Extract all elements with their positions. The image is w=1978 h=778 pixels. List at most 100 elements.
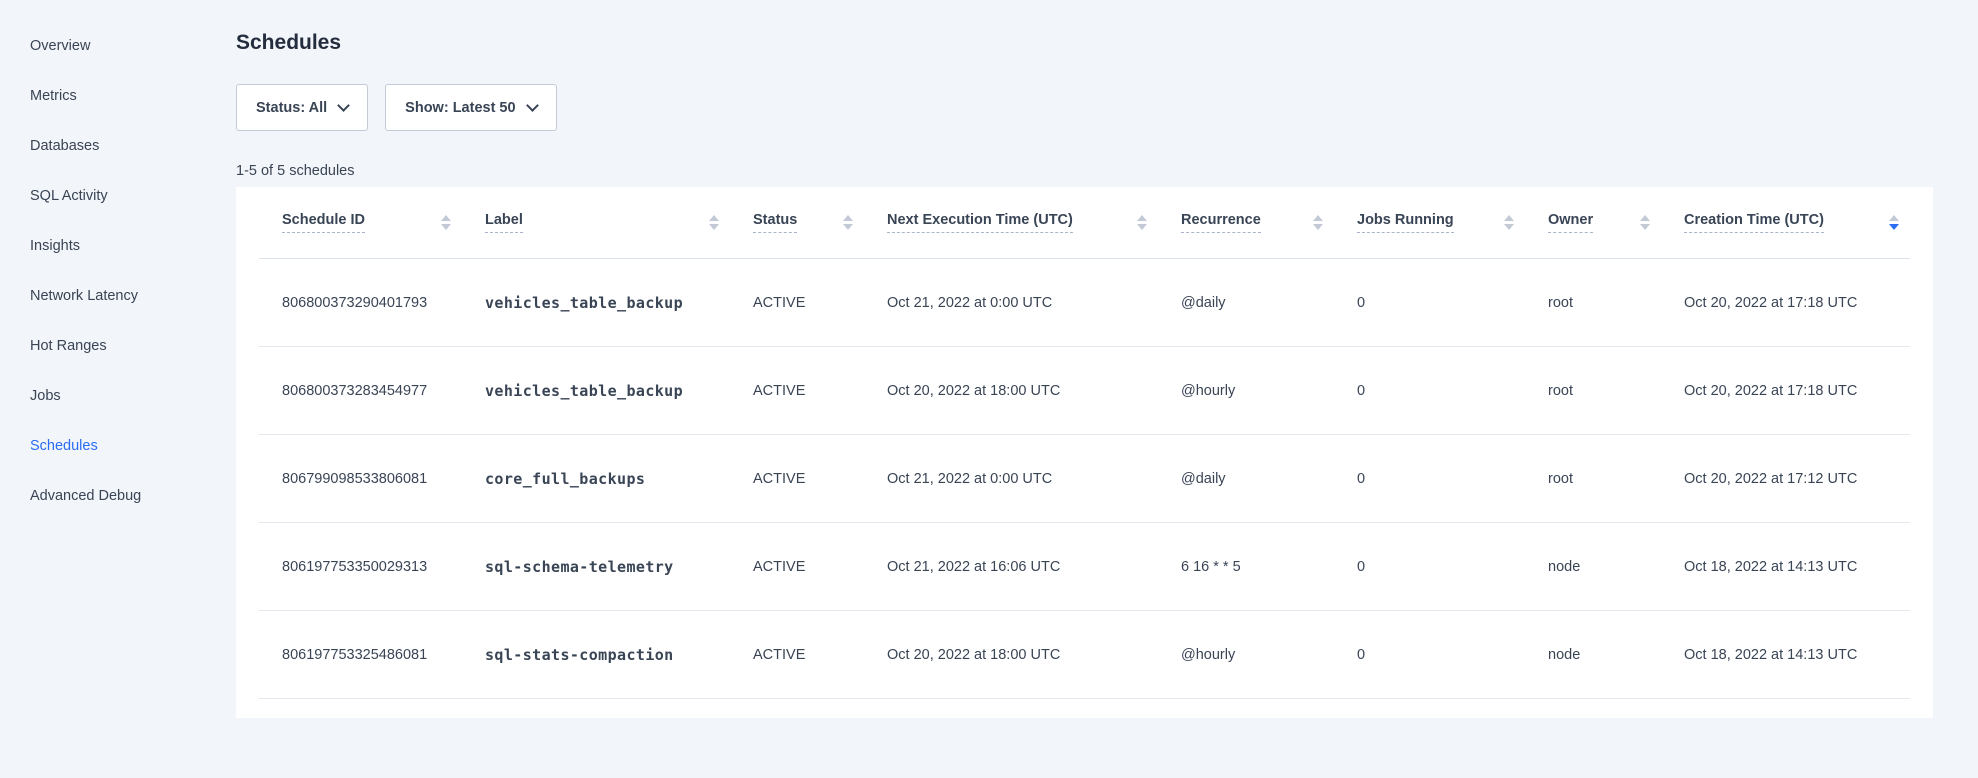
sort-up-icon [1137, 215, 1147, 221]
column-header-owner[interactable]: Owner [1548, 212, 1684, 233]
column-label: Next Execution Time (UTC) [887, 212, 1073, 233]
sort-up-icon [1504, 215, 1514, 221]
cell-owner: node [1548, 647, 1684, 663]
sidebar-item-sql-activity[interactable]: SQL Activity [0, 171, 236, 221]
cell-owner: root [1548, 471, 1684, 487]
sort-arrows-icon[interactable] [709, 215, 719, 230]
table-body: 806800373290401793vehicles_table_backupA… [259, 259, 1910, 699]
schedules-table-card: Schedule ID Label Status Next Execution Tim… [236, 187, 1933, 718]
cell-status: ACTIVE [753, 471, 887, 487]
cell-schedule-id: 806197753350029313 [282, 559, 485, 575]
cell-label: core_full_backups [485, 470, 753, 488]
sidebar: OverviewMetricsDatabasesSQL ActivityInsi… [0, 0, 236, 521]
cell-label: sql-stats-compaction [485, 646, 753, 664]
sort-arrows-icon[interactable] [441, 215, 451, 230]
sort-down-icon [1313, 224, 1323, 230]
table-row: 806799098533806081core_full_backupsACTIV… [259, 435, 1910, 523]
cell-jobs-running: 0 [1357, 647, 1548, 663]
cell-status: ACTIVE [753, 295, 887, 311]
sidebar-item-metrics[interactable]: Metrics [0, 71, 236, 121]
sort-up-icon [1889, 215, 1899, 221]
column-header-next-execution-time-utc[interactable]: Next Execution Time (UTC) [887, 212, 1181, 233]
sidebar-item-insights[interactable]: Insights [0, 221, 236, 271]
column-label: Label [485, 212, 523, 233]
cell-next-execution-time-utc: Oct 21, 2022 at 0:00 UTC [887, 295, 1181, 311]
column-label: Schedule ID [282, 212, 365, 233]
cell-owner: node [1548, 559, 1684, 575]
cell-schedule-id: 806800373290401793 [282, 295, 485, 311]
cell-owner: root [1548, 295, 1684, 311]
cell-next-execution-time-utc: Oct 21, 2022 at 0:00 UTC [887, 471, 1181, 487]
column-header-recurrence[interactable]: Recurrence [1181, 212, 1357, 233]
sort-up-icon [441, 215, 451, 221]
sidebar-item-jobs[interactable]: Jobs [0, 371, 236, 421]
show-filter-dropdown[interactable]: Show: Latest 50 [385, 84, 556, 131]
column-label: Status [753, 212, 797, 233]
sort-up-icon [1640, 215, 1650, 221]
cell-recurrence: @daily [1181, 471, 1357, 487]
table-header-row: Schedule ID Label Status Next Execution Tim… [259, 187, 1910, 259]
cell-recurrence: 6 16 * * 5 [1181, 559, 1357, 575]
column-header-label[interactable]: Label [485, 212, 753, 233]
cell-status: ACTIVE [753, 383, 887, 399]
column-label: Creation Time (UTC) [1684, 212, 1824, 233]
cell-label: sql-schema-telemetry [485, 558, 753, 576]
cell-creation-time-utc: Oct 18, 2022 at 14:13 UTC [1684, 647, 1933, 663]
column-label: Recurrence [1181, 212, 1261, 233]
sort-down-icon [1640, 224, 1650, 230]
main-content: Schedules Status: All Show: Latest 50 1-… [236, 0, 1933, 718]
sort-arrows-icon[interactable] [1313, 215, 1323, 230]
sidebar-item-schedules[interactable]: Schedules [0, 421, 236, 471]
cell-owner: root [1548, 383, 1684, 399]
chevron-down-icon [526, 99, 539, 112]
column-label: Jobs Running [1357, 212, 1454, 233]
cell-next-execution-time-utc: Oct 20, 2022 at 18:00 UTC [887, 383, 1181, 399]
cell-creation-time-utc: Oct 20, 2022 at 17:18 UTC [1684, 295, 1933, 311]
cell-jobs-running: 0 [1357, 295, 1548, 311]
sort-down-icon [1889, 224, 1899, 230]
sidebar-item-databases[interactable]: Databases [0, 121, 236, 171]
cell-next-execution-time-utc: Oct 20, 2022 at 18:00 UTC [887, 647, 1181, 663]
sort-up-icon [709, 215, 719, 221]
column-header-schedule-id[interactable]: Schedule ID [282, 212, 485, 233]
sort-down-icon [843, 224, 853, 230]
cell-label: vehicles_table_backup [485, 382, 753, 400]
sort-arrows-icon[interactable] [1137, 215, 1147, 230]
sidebar-item-hot-ranges[interactable]: Hot Ranges [0, 321, 236, 371]
sort-arrows-icon[interactable] [1640, 215, 1650, 230]
sort-down-icon [441, 224, 451, 230]
cell-jobs-running: 0 [1357, 383, 1548, 399]
sort-up-icon [1313, 215, 1323, 221]
sort-down-icon [709, 224, 719, 230]
sidebar-item-advanced-debug[interactable]: Advanced Debug [0, 471, 236, 521]
cell-creation-time-utc: Oct 20, 2022 at 17:18 UTC [1684, 383, 1933, 399]
results-count: 1-5 of 5 schedules [236, 161, 1933, 181]
sort-arrows-icon[interactable] [1504, 215, 1514, 230]
sort-up-icon [843, 215, 853, 221]
cell-next-execution-time-utc: Oct 21, 2022 at 16:06 UTC [887, 559, 1181, 575]
page-title: Schedules [236, 30, 1933, 56]
sidebar-item-network-latency[interactable]: Network Latency [0, 271, 236, 321]
cell-jobs-running: 0 [1357, 471, 1548, 487]
cell-creation-time-utc: Oct 18, 2022 at 14:13 UTC [1684, 559, 1933, 575]
chevron-down-icon [337, 99, 350, 112]
cell-recurrence: @daily [1181, 295, 1357, 311]
filter-bar: Status: All Show: Latest 50 [236, 84, 1933, 131]
cell-schedule-id: 806197753325486081 [282, 647, 485, 663]
sort-down-icon [1137, 224, 1147, 230]
sort-arrows-icon[interactable] [1889, 215, 1899, 230]
cell-status: ACTIVE [753, 559, 887, 575]
sidebar-item-overview[interactable]: Overview [0, 21, 236, 71]
cell-schedule-id: 806799098533806081 [282, 471, 485, 487]
table-row: 806800373283454977vehicles_table_backupA… [259, 347, 1910, 435]
cell-schedule-id: 806800373283454977 [282, 383, 485, 399]
cell-recurrence: @hourly [1181, 383, 1357, 399]
column-header-status[interactable]: Status [753, 212, 887, 233]
status-filter-dropdown[interactable]: Status: All [236, 84, 368, 131]
column-header-jobs-running[interactable]: Jobs Running [1357, 212, 1548, 233]
cell-label: vehicles_table_backup [485, 294, 753, 312]
sort-arrows-icon[interactable] [843, 215, 853, 230]
table-row: 806197753325486081sql-stats-compactionAC… [259, 611, 1910, 699]
column-header-creation-time-utc[interactable]: Creation Time (UTC) [1684, 212, 1933, 233]
cell-creation-time-utc: Oct 20, 2022 at 17:12 UTC [1684, 471, 1933, 487]
